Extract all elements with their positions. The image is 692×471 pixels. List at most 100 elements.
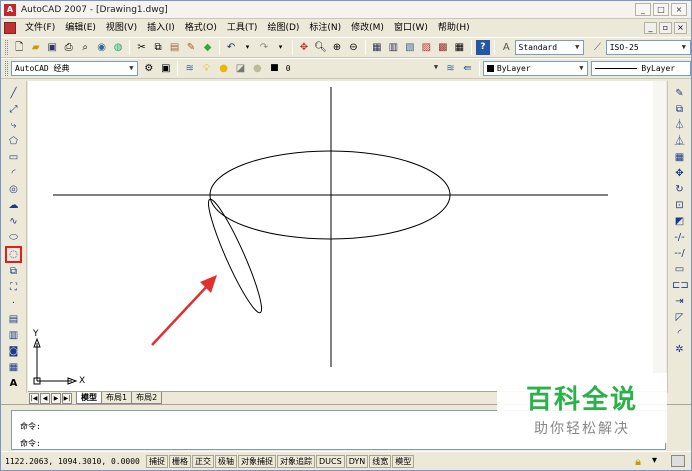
zoom-previous-icon[interactable]: ⊖	[346, 40, 360, 55]
ducs-toggle[interactable]: DUCS	[316, 454, 345, 468]
layer-lock-icon[interactable]: ●	[250, 61, 265, 76]
save-icon[interactable]: ▣	[45, 40, 59, 55]
dyn-toggle[interactable]: DYN	[345, 454, 369, 468]
gradient-icon[interactable]: ▥	[6, 329, 21, 343]
undo-icon[interactable]: ↶	[224, 40, 238, 55]
properties-icon[interactable]: ▦	[370, 40, 384, 55]
ellipse-arc-shape[interactable]	[202, 196, 269, 317]
doc-restore-button[interactable]: ▫	[659, 22, 672, 34]
ortho-toggle[interactable]: 正交	[192, 454, 214, 468]
extend-icon[interactable]: --/	[672, 247, 687, 261]
copy-object-icon[interactable]: ⧉	[672, 103, 687, 117]
help-icon[interactable]: ?	[475, 40, 491, 55]
dimension-style-select[interactable]: ISO-25 ▼	[605, 40, 691, 55]
layer-previous-icon[interactable]: ⇚	[460, 61, 475, 76]
design-center-icon[interactable]: ▥	[386, 40, 400, 55]
clean-screen-icon[interactable]	[671, 455, 685, 467]
toolbar-grip[interactable]	[5, 40, 8, 55]
text-style-icon[interactable]: A	[499, 40, 513, 55]
menu-modify[interactable]: 修改(M)	[346, 19, 389, 37]
close-button[interactable]: ×	[671, 3, 687, 16]
polygon-icon[interactable]: ⬠	[6, 135, 21, 149]
otrack-toggle[interactable]: 对象追踪	[277, 454, 315, 468]
region-icon[interactable]: ◙	[6, 345, 21, 359]
publish-web-icon[interactable]: ◍	[111, 40, 125, 55]
menu-file[interactable]: 文件(F)	[20, 19, 60, 37]
match-properties-icon[interactable]: ✎	[184, 40, 198, 55]
doc-close-button[interactable]: ×	[674, 22, 687, 34]
zoom-window-icon[interactable]: ⊕	[330, 40, 344, 55]
construction-line-icon[interactable]: ⤢	[6, 103, 21, 117]
multiline-text-icon[interactable]: A	[6, 377, 21, 391]
mirror-icon[interactable]: ⏃	[672, 119, 687, 133]
text-style-select[interactable]: Standard ▼	[514, 40, 585, 55]
break-icon[interactable]: ⊏⊐	[672, 279, 689, 293]
stretch-icon[interactable]: ◩	[672, 215, 687, 229]
status-menu-icon[interactable]: ▾	[652, 455, 657, 466]
new-file-icon[interactable]: 🗋	[12, 40, 26, 55]
osnap-toggle[interactable]: 对象捕捉	[238, 454, 276, 468]
next-tab-button[interactable]: ▶	[51, 392, 61, 404]
tab-layout1[interactable]: 布局1	[101, 392, 133, 404]
plot-icon[interactable]: ⎙	[61, 40, 75, 55]
paste-icon[interactable]: ▤	[167, 40, 181, 55]
coordinates-readout[interactable]: 1122.2063, 1094.3010, 0.0000	[1, 457, 146, 466]
table-icon[interactable]: ▦	[6, 361, 21, 375]
copy-icon[interactable]: ⧉	[151, 40, 165, 55]
vertical-scrollbar[interactable]	[653, 81, 666, 392]
calculator-icon[interactable]: ▦	[452, 40, 466, 55]
layer-manager-icon[interactable]: ≋	[182, 61, 197, 76]
drawing-canvas[interactable]: Y X	[28, 81, 666, 392]
menu-window[interactable]: 窗口(W)	[389, 19, 433, 37]
arc-icon[interactable]: ◜	[6, 167, 21, 181]
tab-model[interactable]: 模型	[76, 392, 102, 404]
communication-center-icon[interactable]: 🔒︎	[635, 455, 641, 469]
grid-toggle[interactable]: 栅格	[169, 454, 191, 468]
fillet-icon[interactable]: ◜	[672, 327, 687, 341]
zoom-realtime-icon[interactable]: 🔍︎	[313, 40, 327, 55]
markup-icon[interactable]: ▩	[436, 40, 450, 55]
point-icon[interactable]: ·	[6, 297, 21, 311]
workspace-save-icon[interactable]: ▣	[158, 61, 173, 76]
move-icon[interactable]: ✥	[672, 167, 687, 181]
explode-icon[interactable]: ✲	[672, 343, 687, 357]
toolbar-grip[interactable]	[5, 61, 8, 76]
make-block-icon[interactable]: ⛶	[6, 281, 21, 295]
block-editor-icon[interactable]: ◆	[200, 40, 214, 55]
linetype-select[interactable]: ByLayer	[591, 61, 691, 76]
undo-dropdown-icon[interactable]: ▾	[240, 40, 254, 55]
sheet-set-icon[interactable]: ▨	[419, 40, 433, 55]
rotate-icon[interactable]: ↻	[672, 183, 687, 197]
publish-icon[interactable]: ◉	[94, 40, 108, 55]
circle-icon[interactable]: ◎	[6, 183, 21, 197]
maximize-button[interactable]: □	[653, 3, 669, 16]
rectangle-icon[interactable]: ▭	[6, 151, 21, 165]
lineweight-toggle[interactable]: 线宽	[369, 454, 392, 468]
line-icon[interactable]: ╱	[6, 87, 21, 101]
menu-dimension[interactable]: 标注(N)	[304, 19, 346, 37]
ellipse-arc-icon[interactable]: ◌	[5, 246, 22, 263]
menu-help[interactable]: 帮助(H)	[433, 19, 475, 37]
make-object-layer-current-icon[interactable]: ≋	[443, 61, 458, 76]
layer-select[interactable]: 0 ▼	[282, 61, 443, 76]
insert-block-icon[interactable]: ⧉	[6, 265, 21, 279]
trim-icon[interactable]: -/-	[672, 231, 687, 245]
erase-icon[interactable]: ✎	[672, 87, 687, 101]
command-prompt[interactable]: 命令:	[20, 438, 41, 449]
menu-insert[interactable]: 插入(I)	[142, 19, 180, 37]
revision-cloud-icon[interactable]: ☁	[6, 199, 21, 213]
array-icon[interactable]: ▦	[672, 151, 687, 165]
menu-view[interactable]: 视图(V)	[101, 19, 142, 37]
polar-toggle[interactable]: 极轴	[215, 454, 237, 468]
snap-toggle[interactable]: 捕捉	[146, 454, 168, 468]
layer-on-bulb-icon[interactable]: 💡︎	[199, 61, 214, 76]
cut-icon[interactable]: ✂	[134, 40, 148, 55]
menu-draw[interactable]: 绘图(D)	[262, 19, 304, 37]
dimension-style-icon[interactable]: ⟋	[590, 40, 604, 55]
first-tab-button[interactable]: |◀	[29, 392, 39, 404]
model-toggle[interactable]: 模型	[392, 454, 415, 468]
plot-preview-icon[interactable]: ⌕	[78, 40, 92, 55]
workspace-settings-icon[interactable]: ⚙	[141, 61, 156, 76]
menu-edit[interactable]: 编辑(E)	[60, 19, 101, 37]
color-select[interactable]: ByLayer ▼	[482, 61, 589, 76]
